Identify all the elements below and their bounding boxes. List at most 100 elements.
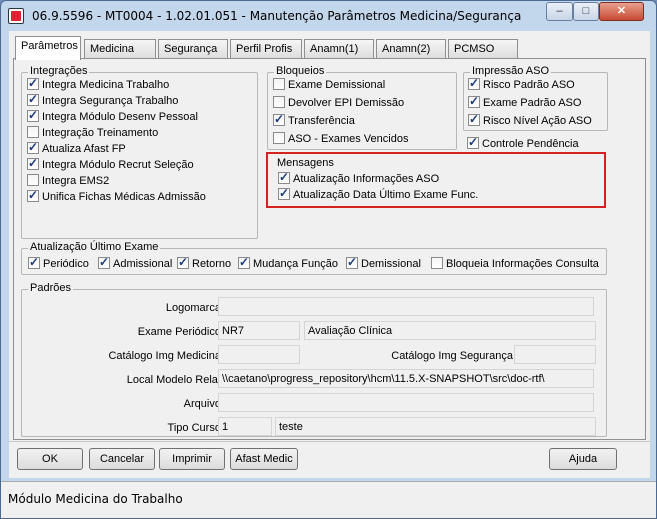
checkbox-exame-demissional[interactable]: Exame Demissional <box>273 78 385 92</box>
checkbox-exame-padrao-aso[interactable]: Exame Padrão ASO <box>468 94 582 110</box>
close-button[interactable]: ✕ <box>599 2 644 21</box>
afast-medic-button[interactable]: Afast Medic <box>230 448 298 470</box>
checkbox-devolver-epi[interactable]: Devolver EPI Demissão <box>273 96 404 110</box>
group-title: Mensagens <box>277 157 334 169</box>
tab-panel-parametros: Integrações Integra Medicina Trabalho In… <box>13 58 646 440</box>
checkbox-bloqueia-informacoes-consulta[interactable]: Bloqueia Informações Consulta <box>431 257 599 271</box>
checkbox-integra-desenv-pessoal[interactable]: Integra Módulo Desenv Pessoal <box>27 108 198 124</box>
checkbox-mudanca-funcao[interactable]: Mudança Função <box>238 255 338 271</box>
checkbox-label: Integra Módulo Recrut Seleção <box>42 159 194 171</box>
checkbox-unifica-fichas[interactable]: Unifica Fichas Médicas Admissão <box>27 188 206 204</box>
tab-anamn-1[interactable]: Anamn(1) <box>304 39 374 59</box>
checkbox-label: Exame Padrão ASO <box>483 97 582 109</box>
tipo-curso-code-field[interactable]: 1 <box>218 417 272 436</box>
catalogo-medicina-field[interactable] <box>218 345 300 364</box>
checkbox-box[interactable] <box>468 112 480 126</box>
checkbox-integra-recrut-selecao[interactable]: Integra Módulo Recrut Seleção <box>27 156 194 172</box>
checkbox-retorno[interactable]: Retorno <box>177 255 231 271</box>
local-modelo-field[interactable]: \\caetano\progress_repository\hcm\11.5.X… <box>218 369 594 388</box>
tab-medicina[interactable]: Medicina <box>84 39 156 59</box>
arquivo-field[interactable] <box>218 393 594 412</box>
checkbox-box[interactable] <box>273 112 285 126</box>
checkbox-integracao-treinamento[interactable]: Integração Treinamento <box>27 126 158 140</box>
checkbox-atualizacao-informacoes-aso[interactable]: Atualização Informações ASO <box>278 170 439 186</box>
group-title: Padrões <box>28 282 73 294</box>
checkbox-box[interactable] <box>278 186 290 200</box>
checkbox-box[interactable] <box>273 132 285 144</box>
status-bar: Módulo Medicina do Trabalho <box>1 481 656 518</box>
checkbox-box[interactable] <box>177 255 189 269</box>
checkbox-box[interactable] <box>27 188 39 202</box>
checkbox-box[interactable] <box>27 76 39 90</box>
tab-seguranca[interactable]: Segurança <box>158 39 228 59</box>
checkbox-admissional[interactable]: Admissional <box>98 255 173 271</box>
checkbox-label: Atualiza Afast FP <box>42 143 126 155</box>
checkbox-box[interactable] <box>27 156 39 170</box>
cancel-button[interactable]: Cancelar <box>89 448 155 470</box>
help-button[interactable]: Ajuda <box>549 448 617 470</box>
print-button[interactable]: Imprimir <box>159 448 225 470</box>
checkbox-box[interactable] <box>27 108 39 122</box>
maximize-button[interactable]: □ <box>573 2 599 21</box>
tab-perfil-profis[interactable]: Perfil Profis <box>230 39 302 59</box>
app-icon <box>8 8 24 24</box>
checkbox-demissional[interactable]: Demissional <box>346 255 421 271</box>
checkbox-integra-seguranca[interactable]: Integra Segurança Trabalho <box>27 92 178 108</box>
checkbox-label: Integração Treinamento <box>42 127 159 139</box>
checkbox-label: Atualização Data Último Exame Func. <box>293 189 479 201</box>
group-padroes: Padrões Logomarca: Exame Periódico: NR7 … <box>21 282 607 437</box>
checkbox-risco-padrao-aso[interactable]: Risco Padrão ASO <box>468 76 575 92</box>
exame-periodico-label: Exame Periódico: <box>137 326 224 338</box>
footer-divider <box>9 441 650 442</box>
checkbox-transferencia[interactable]: Transferência <box>273 112 355 128</box>
exame-periodico-code-field[interactable]: NR7 <box>218 321 300 340</box>
checkbox-integra-ems2[interactable]: Integra EMS2 <box>27 174 109 188</box>
checkbox-box[interactable] <box>27 126 39 138</box>
checkbox-label: Mudança Função <box>253 258 338 270</box>
checkbox-box[interactable] <box>468 94 480 108</box>
logomarca-field[interactable] <box>218 297 594 316</box>
minimize-button[interactable]: – <box>546 2 573 21</box>
checkbox-atualiza-afast-fp[interactable]: Atualiza Afast FP <box>27 140 126 156</box>
tab-parametros[interactable]: Parâmetros <box>15 36 81 60</box>
checkbox-controle-pendencia[interactable]: Controle Pendência <box>467 135 579 151</box>
group-title: Atualização Último Exame <box>28 241 161 253</box>
checkbox-label: Risco Nível Ação ASO <box>483 115 592 127</box>
checkbox-label: ASO - Exames Vencidos <box>288 133 409 145</box>
checkbox-risco-nivel-acao-aso[interactable]: Risco Nível Ação ASO <box>468 112 592 128</box>
checkbox-aso-exames-vencidos[interactable]: ASO - Exames Vencidos <box>273 132 408 146</box>
checkbox-box[interactable] <box>98 255 110 269</box>
checkbox-box[interactable] <box>238 255 250 269</box>
checkbox-box[interactable] <box>431 257 443 269</box>
checkbox-box[interactable] <box>27 174 39 186</box>
checkbox-label: Controle Pendência <box>482 138 579 150</box>
checkbox-box[interactable] <box>346 255 358 269</box>
checkbox-integra-medicina[interactable]: Integra Medicina Trabalho <box>27 76 169 92</box>
checkbox-box[interactable] <box>28 255 40 269</box>
window-title: 06.9.5596 - MT0004 - 1.02.01.051 - Manut… <box>32 9 522 23</box>
title-bar[interactable]: 06.9.5596 - MT0004 - 1.02.01.051 - Manut… <box>1 1 656 31</box>
checkbox-box[interactable] <box>467 135 479 149</box>
checkbox-label: Integra EMS2 <box>42 175 110 187</box>
checkbox-label: Periódico <box>43 258 89 270</box>
tab-pcmso[interactable]: PCMSO <box>448 39 518 59</box>
checkbox-box[interactable] <box>468 76 480 90</box>
checkbox-box[interactable] <box>273 96 285 108</box>
catalogo-seguranca-field[interactable] <box>514 345 596 364</box>
tipo-curso-label: Tipo Curso: <box>167 422 224 434</box>
checkbox-atualizacao-data-ultimo-exame[interactable]: Atualização Data Último Exame Func. <box>278 186 479 202</box>
checkbox-label: Devolver EPI Demissão <box>288 97 405 109</box>
checkbox-box[interactable] <box>273 78 285 90</box>
checkbox-label: Demissional <box>361 258 421 270</box>
checkbox-periodico[interactable]: Periódico <box>28 255 89 271</box>
tipo-curso-desc-field: teste <box>275 417 596 436</box>
checkbox-box[interactable] <box>27 140 39 154</box>
tab-anamn-2[interactable]: Anamn(2) <box>376 39 446 59</box>
catalogo-seguranca-label: Catálogo Img Segurança: <box>391 350 516 362</box>
checkbox-label: Admissional <box>113 258 173 270</box>
logomarca-label: Logomarca: <box>165 302 224 314</box>
checkbox-box[interactable] <box>278 170 290 184</box>
ok-button[interactable]: OK <box>17 448 83 470</box>
checkbox-box[interactable] <box>27 92 39 106</box>
catalogo-medicina-label: Catálogo Img Medicina: <box>108 350 224 362</box>
